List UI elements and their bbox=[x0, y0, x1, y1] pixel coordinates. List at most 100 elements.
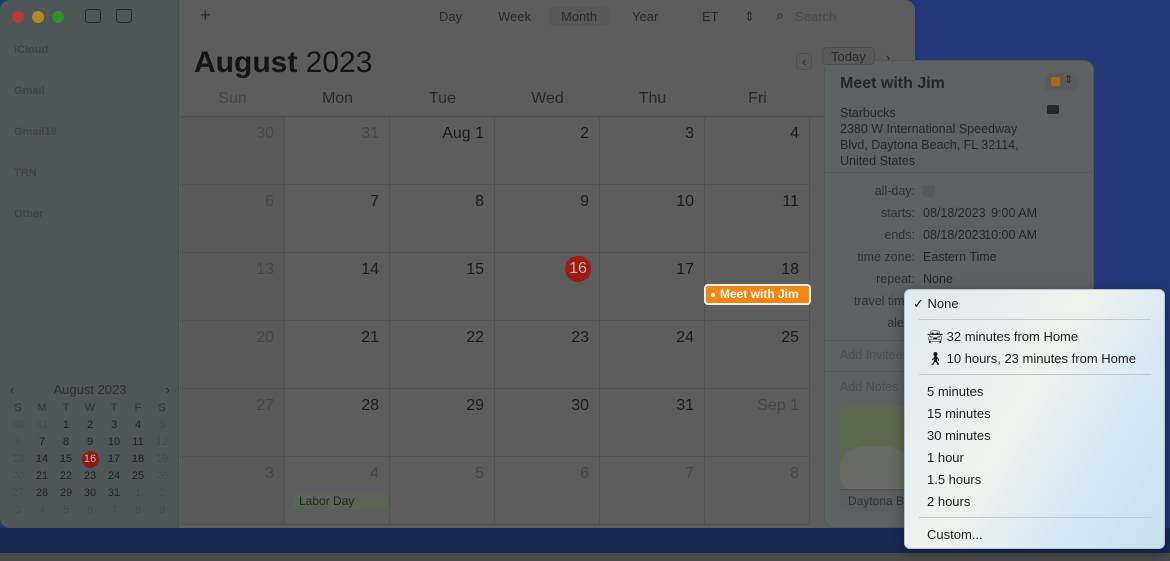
mini-day[interactable]: 21 bbox=[30, 468, 54, 485]
day-cell[interactable]: 6 bbox=[180, 185, 285, 253]
mini-day[interactable]: 9 bbox=[150, 502, 174, 519]
day-cell[interactable]: 2 bbox=[495, 117, 600, 185]
mini-day[interactable]: 30 bbox=[78, 485, 102, 502]
mini-day[interactable]: 2 bbox=[78, 417, 102, 434]
mini-day[interactable]: 1 bbox=[54, 417, 78, 434]
day-cell[interactable]: 25 bbox=[705, 321, 810, 389]
mini-day[interactable]: 17 bbox=[102, 451, 126, 468]
day-cell[interactable]: 3 bbox=[600, 117, 705, 185]
menu-item-duration[interactable]: 15 minutes bbox=[927, 406, 991, 421]
sidebar-group-icloud[interactable]: iCloud bbox=[14, 44, 48, 56]
day-cell[interactable]: 6 bbox=[495, 457, 600, 525]
day-cell[interactable]: 27 bbox=[180, 389, 285, 457]
today-button[interactable]: Today bbox=[822, 47, 875, 65]
inbox-icon[interactable] bbox=[116, 9, 132, 23]
day-cell[interactable]: 20 bbox=[180, 321, 285, 389]
mini-day[interactable]: 8 bbox=[126, 502, 150, 519]
day-cell[interactable]: 14 bbox=[285, 253, 390, 321]
mini-day[interactable]: 20 bbox=[6, 468, 30, 485]
mini-day[interactable]: 5 bbox=[54, 502, 78, 519]
event-title[interactable]: Meet with Jim bbox=[840, 75, 945, 93]
field-value[interactable]: Eastern Time bbox=[923, 250, 997, 264]
mini-day[interactable]: 16 bbox=[81, 451, 99, 468]
mini-day[interactable]: 25 bbox=[126, 468, 150, 485]
day-cell[interactable]: Sep 1 bbox=[705, 389, 810, 457]
mini-day[interactable]: 15 bbox=[54, 451, 78, 468]
prev-button[interactable]: ‹ bbox=[796, 53, 813, 70]
day-cell[interactable]: 29 bbox=[390, 389, 495, 457]
event-location[interactable]: Starbucks 2380 W International Speedway … bbox=[840, 105, 1019, 169]
mini-day[interactable]: 3 bbox=[102, 417, 126, 434]
mini-day[interactable]: 28 bbox=[30, 485, 54, 502]
mini-day[interactable]: 14 bbox=[30, 451, 54, 468]
day-cell[interactable]: 7 bbox=[285, 185, 390, 253]
mini-day[interactable]: 9 bbox=[78, 434, 102, 451]
day-cell[interactable]: 7 bbox=[600, 457, 705, 525]
field-time[interactable]: 10:00 AM bbox=[984, 228, 1037, 242]
mini-day[interactable]: 19 bbox=[150, 451, 174, 468]
day-cell[interactable]: 24 bbox=[600, 321, 705, 389]
field-value[interactable]: None bbox=[923, 272, 953, 286]
tab-week[interactable]: Week bbox=[498, 9, 531, 24]
field-time[interactable]: 9:00 AM bbox=[991, 206, 1037, 220]
day-cell[interactable]: 3 bbox=[180, 457, 285, 525]
menu-item-duration[interactable]: 5 minutes bbox=[927, 384, 983, 399]
mini-day[interactable]: 4 bbox=[30, 502, 54, 519]
day-cell[interactable]: 30 bbox=[495, 389, 600, 457]
mini-day[interactable]: 29 bbox=[54, 485, 78, 502]
menu-item-duration[interactable]: 30 minutes bbox=[927, 428, 991, 443]
menu-item-custom[interactable]: Custom... bbox=[927, 527, 983, 542]
mini-day[interactable]: 31 bbox=[30, 417, 54, 434]
next-month-icon[interactable]: › bbox=[166, 382, 170, 397]
field-value[interactable]: 08/18/2023 bbox=[923, 206, 986, 220]
day-cell[interactable]: 17 bbox=[600, 253, 705, 321]
mini-day[interactable]: 24 bbox=[102, 468, 126, 485]
field-value[interactable]: 08/18/2023 bbox=[923, 228, 986, 242]
mini-day[interactable]: 8 bbox=[54, 434, 78, 451]
mini-day[interactable]: 4 bbox=[126, 417, 150, 434]
event-meet-with-jim[interactable]: Meet with Jim bbox=[704, 284, 811, 305]
mini-day[interactable]: 22 bbox=[54, 468, 78, 485]
menu-item-duration[interactable]: 1 hour bbox=[927, 450, 964, 465]
video-call-icon[interactable] bbox=[1047, 105, 1059, 114]
day-cell[interactable]: 23 bbox=[495, 321, 600, 389]
day-cell[interactable]: Aug 1 bbox=[390, 117, 495, 185]
mini-day[interactable]: 10 bbox=[102, 434, 126, 451]
mini-day[interactable]: 7 bbox=[30, 434, 54, 451]
timezone-select[interactable]: ET bbox=[702, 9, 719, 24]
event-labor-day[interactable]: Labor Day bbox=[293, 493, 387, 509]
tab-year[interactable]: Year bbox=[632, 9, 658, 24]
mini-day[interactable]: 30 bbox=[6, 417, 30, 434]
day-cell[interactable]: 22 bbox=[390, 321, 495, 389]
tab-day[interactable]: Day bbox=[439, 9, 462, 24]
day-cell[interactable]: 11 bbox=[705, 185, 810, 253]
close-button[interactable] bbox=[12, 11, 24, 23]
day-cell[interactable]: 31 bbox=[285, 117, 390, 185]
mini-day[interactable]: 18 bbox=[126, 451, 150, 468]
sidebar-group-trn[interactable]: TRN bbox=[14, 167, 37, 179]
calendar-color-select[interactable]: ⇕ bbox=[1045, 73, 1077, 91]
day-cell[interactable]: 10 bbox=[600, 185, 705, 253]
timezone-chevron-icon[interactable]: ⇕ bbox=[744, 9, 755, 25]
day-cell[interactable]: 4 Labor Day bbox=[285, 457, 390, 525]
mini-day[interactable]: 11 bbox=[126, 434, 150, 451]
mini-day[interactable]: 3 bbox=[6, 502, 30, 519]
day-cell[interactable]: 15 bbox=[390, 253, 495, 321]
mini-day[interactable]: 5 bbox=[150, 417, 174, 434]
tab-month[interactable]: Month bbox=[549, 7, 610, 26]
sidebar-group-gmail[interactable]: Gmail bbox=[14, 85, 45, 97]
mini-day[interactable]: 13 bbox=[6, 451, 30, 468]
mini-day[interactable]: 26 bbox=[150, 468, 174, 485]
day-cell[interactable]: 5 bbox=[390, 457, 495, 525]
calendars-icon[interactable] bbox=[85, 9, 101, 23]
day-cell[interactable]: 8 bbox=[705, 457, 810, 525]
mini-day[interactable]: 7 bbox=[102, 502, 126, 519]
mini-day[interactable]: 6 bbox=[78, 502, 102, 519]
minimize-button[interactable] bbox=[32, 11, 44, 23]
mini-day[interactable]: 31 bbox=[102, 485, 126, 502]
day-cell[interactable]: 4 bbox=[705, 117, 810, 185]
day-cell[interactable]: 8 bbox=[390, 185, 495, 253]
mini-day[interactable]: 2 bbox=[150, 485, 174, 502]
day-cell[interactable]: 13 bbox=[180, 253, 285, 321]
mini-day[interactable]: 23 bbox=[78, 468, 102, 485]
